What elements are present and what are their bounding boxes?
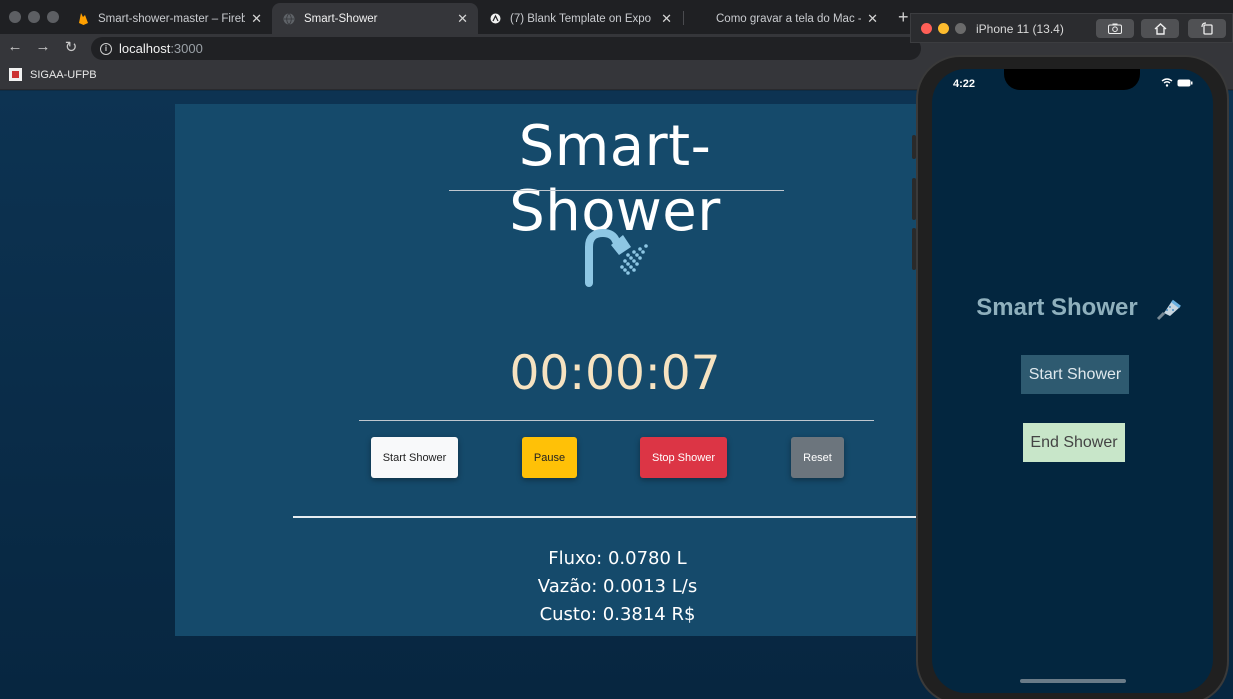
window-zoom-button[interactable]	[47, 11, 59, 23]
status-bar-icons	[1161, 78, 1193, 87]
rotate-icon[interactable]	[1188, 19, 1226, 38]
apple-icon	[694, 12, 708, 26]
globe-icon	[282, 12, 296, 26]
smart-shower-card: Smart-Shower 00:00:07 Start Shower Pause…	[175, 104, 920, 636]
vazao-stat: Vazão: 0.0013 L/s	[537, 576, 698, 597]
battery-icon	[1177, 79, 1193, 86]
shower-icon	[583, 227, 649, 292]
pause-button[interactable]: Pause	[522, 437, 577, 478]
tab-title: (7) Blank Template on Expo Dev	[510, 12, 655, 25]
window-minimize-button[interactable]	[28, 11, 40, 23]
window-close-button[interactable]	[9, 11, 21, 23]
start-shower-button[interactable]: Start Shower	[371, 437, 458, 478]
home-indicator[interactable]	[1020, 679, 1126, 683]
simulator-title: iPhone 11 (13.4)	[976, 22, 1064, 36]
title-divider	[449, 190, 784, 191]
simulator-zoom-button[interactable]	[955, 23, 966, 34]
page-title: Smart-Shower	[509, 114, 721, 244]
shower-timer: 00:00:07	[509, 346, 721, 401]
custo-stat: Custo: 0.3814 R$	[539, 604, 696, 625]
iphone-notch	[1004, 69, 1140, 90]
bookmark-label: SIGAA-UFPB	[30, 68, 97, 81]
wifi-icon	[1161, 78, 1173, 87]
tab-title: Smart-Shower	[304, 12, 378, 25]
status-bar-time: 4:22	[953, 78, 976, 90]
back-arrow-icon[interactable]: ←	[6, 38, 24, 55]
shower-stats: Fluxo: 0.0780 L Vazão: 0.0013 L/s Custo:…	[425, 545, 810, 629]
sigaa-favicon-icon	[9, 68, 22, 81]
expo-icon	[488, 12, 502, 26]
tab-firebase[interactable]: Smart-shower-master – Firebase ✕	[66, 3, 272, 34]
close-tab-icon[interactable]: ✕	[251, 11, 262, 27]
bookmark-sigaa[interactable]: SIGAA-UFPB	[9, 68, 97, 81]
simulator-minimize-button[interactable]	[938, 23, 949, 34]
simulator-close-button[interactable]	[921, 23, 932, 34]
mobile-app-title: Smart Shower	[976, 294, 1138, 321]
forward-arrow-icon[interactable]: →	[34, 38, 52, 55]
reset-button[interactable]: Reset	[791, 437, 844, 478]
tab-title: Smart-shower-master – Firebase	[98, 12, 246, 25]
fluxo-stat: Fluxo: 0.0780 L	[548, 548, 687, 569]
tab-expo[interactable]: (7) Blank Template on Expo Dev ✕	[478, 3, 682, 34]
close-tab-icon[interactable]: ✕	[457, 11, 468, 27]
reload-icon[interactable]: ↻	[62, 38, 80, 56]
mobile-start-shower-button[interactable]: Start Shower	[1021, 355, 1129, 394]
url-port: :3000	[170, 41, 203, 56]
close-tab-icon[interactable]: ✕	[661, 11, 672, 27]
home-icon[interactable]	[1141, 19, 1179, 38]
new-tab-button[interactable]: +	[898, 7, 909, 28]
close-tab-icon[interactable]: ✕	[867, 11, 878, 27]
iphone-screen: 4:22 Smart Shower Start Shower End Showe…	[932, 69, 1213, 693]
tab-apple-support[interactable]: Como gravar a tela do Mac - Sup ✕	[684, 3, 888, 34]
url-host: localhost	[119, 41, 171, 56]
firebase-icon	[76, 12, 90, 26]
info-icon[interactable]: i	[100, 42, 112, 55]
timer-divider	[359, 420, 874, 421]
mobile-shower-icon	[1156, 297, 1182, 326]
mobile-end-shower-button[interactable]: End Shower	[1023, 423, 1125, 462]
simulator-titlebar: iPhone 11 (13.4)	[910, 13, 1233, 43]
tab-title: Como gravar a tela do Mac - Sup	[716, 12, 861, 25]
iphone-frame: 4:22 Smart Shower Start Shower End Showe…	[916, 55, 1229, 699]
tab-smart-shower[interactable]: Smart-Shower ✕	[272, 3, 478, 34]
address-bar[interactable]: i localhost :3000	[91, 37, 921, 60]
screenshot-icon[interactable]	[1096, 19, 1134, 38]
stop-shower-button[interactable]: Stop Shower	[640, 437, 727, 478]
stats-divider	[293, 516, 920, 518]
